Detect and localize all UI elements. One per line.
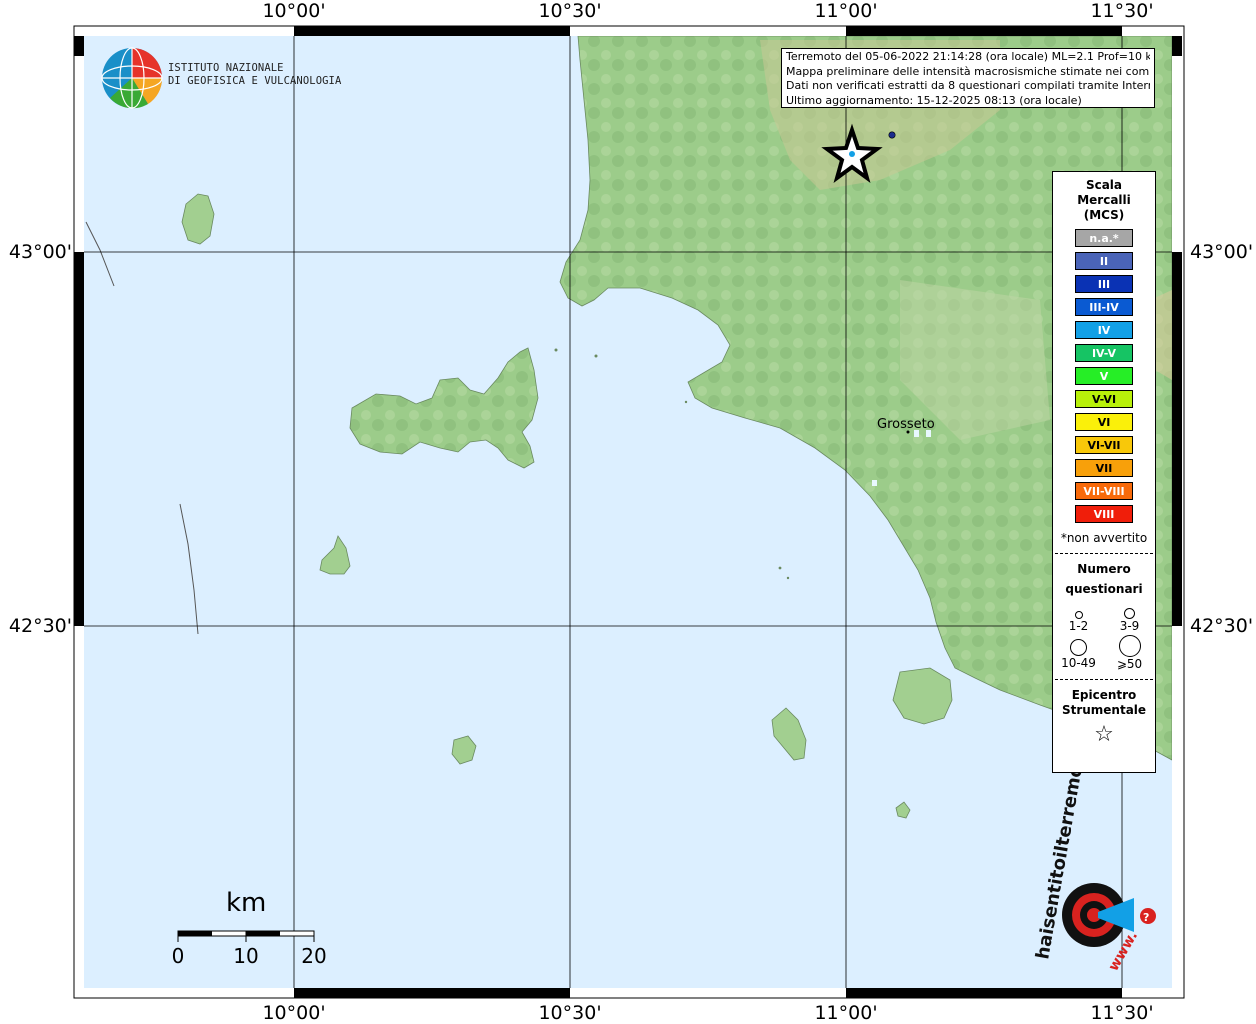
info-line-1: Terremoto del 05-06-2022 21:14:28 (ora l… bbox=[786, 50, 1150, 63]
legend-epicenter-title: Epicentro Strumentale bbox=[1053, 688, 1155, 718]
scale-unit: km bbox=[226, 888, 267, 918]
count-label-1-2: 1-2 bbox=[1068, 619, 1089, 633]
count-symbols: 1-2 3-9 10-49 ⩾50 bbox=[1053, 605, 1155, 671]
scale-tick-10: 10 bbox=[233, 944, 259, 968]
legend-scale-title-2: Mercalli bbox=[1077, 193, 1131, 207]
ingv-logo-text: ISTITUTO NAZIONALE DI GEOFISICA E VULCAN… bbox=[168, 62, 341, 88]
lon-label-bottom-1: 10°00' bbox=[262, 1002, 326, 1024]
intensity-swatch: VII-VIII bbox=[1075, 482, 1133, 500]
count-circle-small-icon bbox=[1074, 611, 1083, 619]
lon-label-top-3: 11°00' bbox=[814, 0, 878, 22]
lon-label-bottom-3: 11°00' bbox=[814, 1002, 878, 1024]
legend-star-icon: ☆ bbox=[1094, 722, 1114, 747]
intensity-swatch: n.a.* bbox=[1075, 229, 1133, 247]
legend-divider bbox=[1055, 553, 1153, 554]
legend-count-title: Numero questionari bbox=[1053, 559, 1155, 599]
info-line-2: Mappa preliminare delle intensità macros… bbox=[786, 64, 1150, 78]
ingv-line-2: DI GEOFISICA E VULCANOLOGIA bbox=[168, 75, 342, 87]
count-3-9: 3-9 bbox=[1104, 605, 1155, 633]
legend-divider-2 bbox=[1055, 679, 1153, 680]
intensity-swatch: IV bbox=[1075, 321, 1133, 339]
event-info-box: Terremoto del 05-06-2022 21:14:28 (ora l… bbox=[781, 48, 1155, 108]
scale-tick-0: 0 bbox=[171, 944, 185, 968]
intensity-swatch: V bbox=[1075, 367, 1133, 385]
ingv-logo-icon bbox=[101, 47, 163, 109]
lat-label-left-2: 42°30' bbox=[8, 615, 72, 637]
intensity-swatch: V-VI bbox=[1075, 390, 1133, 408]
info-line-3: Dati non verificati estratti da 8 questi… bbox=[786, 79, 1150, 93]
report-dot bbox=[888, 131, 896, 139]
intensity-swatch: III-IV bbox=[1075, 298, 1133, 316]
ingv-line-1: ISTITUTO NAZIONALE bbox=[168, 62, 284, 74]
intensity-swatch: II bbox=[1075, 252, 1133, 270]
intensity-swatch: III bbox=[1075, 275, 1133, 293]
intensity-swatch: VI bbox=[1075, 413, 1133, 431]
legend-panel: Scala Mercalli (MCS) n.a.* II III III-IV IV I… bbox=[1052, 171, 1156, 773]
intensity-swatches: n.a.* II III III-IV IV IV-V V V-VI VI VI-VII VII VI… bbox=[1053, 229, 1155, 523]
count-1-2: 1-2 bbox=[1053, 605, 1104, 633]
lon-label-top-1: 10°00' bbox=[262, 0, 326, 22]
legend-scale-title-1: Scala bbox=[1085, 178, 1123, 192]
legend-scale-title-3: (MCS) bbox=[1083, 208, 1125, 222]
lon-label-bottom-4: 11°30' bbox=[1090, 1002, 1154, 1024]
count-50-plus: ⩾50 bbox=[1104, 635, 1155, 671]
lat-label-right-1: 43°00' bbox=[1190, 241, 1254, 263]
count-circle-large-icon bbox=[1070, 639, 1087, 656]
lon-label-top-2: 10°30' bbox=[538, 0, 602, 22]
city-label-grosseto: Grosseto bbox=[877, 417, 935, 432]
count-circle-xlarge-icon bbox=[1118, 635, 1141, 657]
lon-label-top-4: 11°30' bbox=[1090, 0, 1154, 22]
intensity-swatch: VI-VII bbox=[1075, 436, 1133, 454]
count-10-49: 10-49 bbox=[1053, 635, 1104, 671]
legend-scale-title: Scala Mercalli (MCS) bbox=[1053, 178, 1155, 223]
count-circle-medium-icon bbox=[1124, 608, 1135, 619]
hai-sentito-question: ? bbox=[1143, 911, 1149, 924]
lon-label-bottom-2: 10°30' bbox=[538, 1002, 602, 1024]
count-label-10-49: 10-49 bbox=[1061, 656, 1096, 670]
legend-epicenter-title-2: Strumentale bbox=[1061, 703, 1147, 717]
legend-epicenter-title-1: Epicentro bbox=[1071, 688, 1137, 702]
count-label-50: ⩾50 bbox=[1116, 657, 1143, 671]
scale-tick-20: 20 bbox=[301, 944, 327, 968]
count-label-3-9: 3-9 bbox=[1119, 619, 1140, 633]
intensity-swatch: IV-V bbox=[1075, 344, 1133, 362]
intensity-swatch: VIII bbox=[1075, 505, 1133, 523]
info-line-4: Ultimo aggiornamento: 15-12-2025 08:13 (… bbox=[786, 93, 1082, 107]
legend-count-title-1: Numero bbox=[1077, 562, 1131, 576]
intensity-swatch: VII bbox=[1075, 459, 1133, 477]
legend-na-note: *non avvertito bbox=[1060, 531, 1148, 545]
lat-label-right-2: 42°30' bbox=[1190, 615, 1254, 637]
lat-label-left-1: 43°00' bbox=[8, 241, 72, 263]
legend-count-title-2: questionari bbox=[1065, 582, 1143, 596]
